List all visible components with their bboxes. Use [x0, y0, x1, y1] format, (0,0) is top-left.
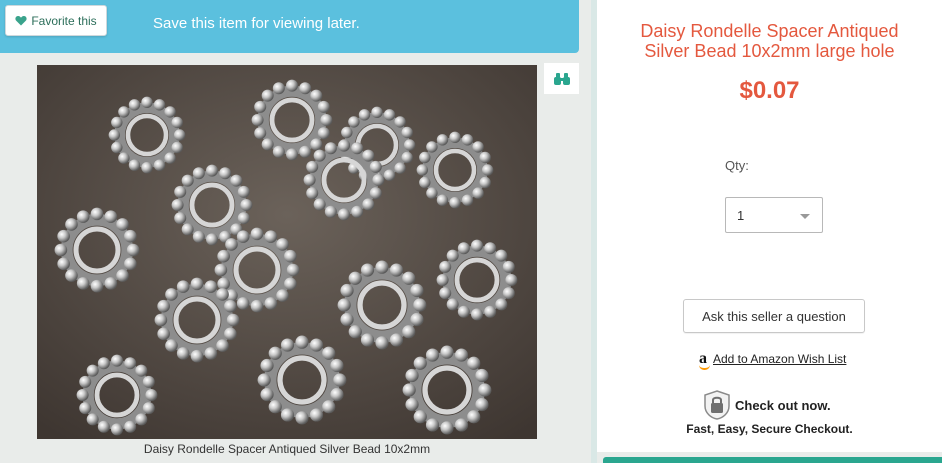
banner-message: Save this item for viewing later.	[153, 15, 360, 32]
favorite-button-label: Favorite this	[31, 13, 97, 28]
chevron-down-icon	[800, 214, 810, 219]
panel-bottom-bar	[603, 457, 942, 463]
binoculars-icon	[553, 72, 570, 85]
checkout-subtitle: Fast, Easy, Secure Checkout.	[686, 422, 853, 436]
amazon-wishlist-label: Add to Amazon Wish List	[713, 352, 847, 366]
product-price: $0.07	[739, 77, 800, 104]
image-caption: Daisy Rondelle Spacer Antiqued Silver Be…	[143, 442, 431, 456]
amazon-icon: a	[699, 350, 710, 370]
qty-value: 1	[737, 207, 745, 223]
product-title-line: Daisy Rondelle Spacer Antiqued	[640, 21, 899, 41]
qty-select[interactable]: 1	[725, 197, 823, 233]
checkout-info: Check out now.	[703, 390, 831, 420]
lock-icon	[704, 390, 730, 420]
favorite-button[interactable]: Favorite this	[5, 5, 107, 36]
product-panel: Daisy Rondelle Spacer Antiqued Silver Be…	[597, 0, 942, 452]
ask-seller-button[interactable]: Ask this seller a question	[683, 299, 865, 333]
favorite-banner: Favorite this Save this item for viewing…	[0, 0, 579, 53]
product-title: Daisy Rondelle Spacer Antiqued Silver Be…	[597, 21, 942, 61]
checkout-label: Check out now.	[735, 397, 831, 413]
amazon-wishlist-link[interactable]: a Add to Amazon Wish List	[699, 350, 847, 370]
beads-photo	[37, 65, 537, 439]
product-title-line: Silver Bead 10x2mm large hole	[644, 41, 895, 61]
product-image[interactable]	[37, 65, 537, 439]
qty-label: Qty:	[725, 158, 749, 173]
heart-icon	[15, 15, 27, 26]
zoom-button[interactable]	[544, 63, 579, 94]
